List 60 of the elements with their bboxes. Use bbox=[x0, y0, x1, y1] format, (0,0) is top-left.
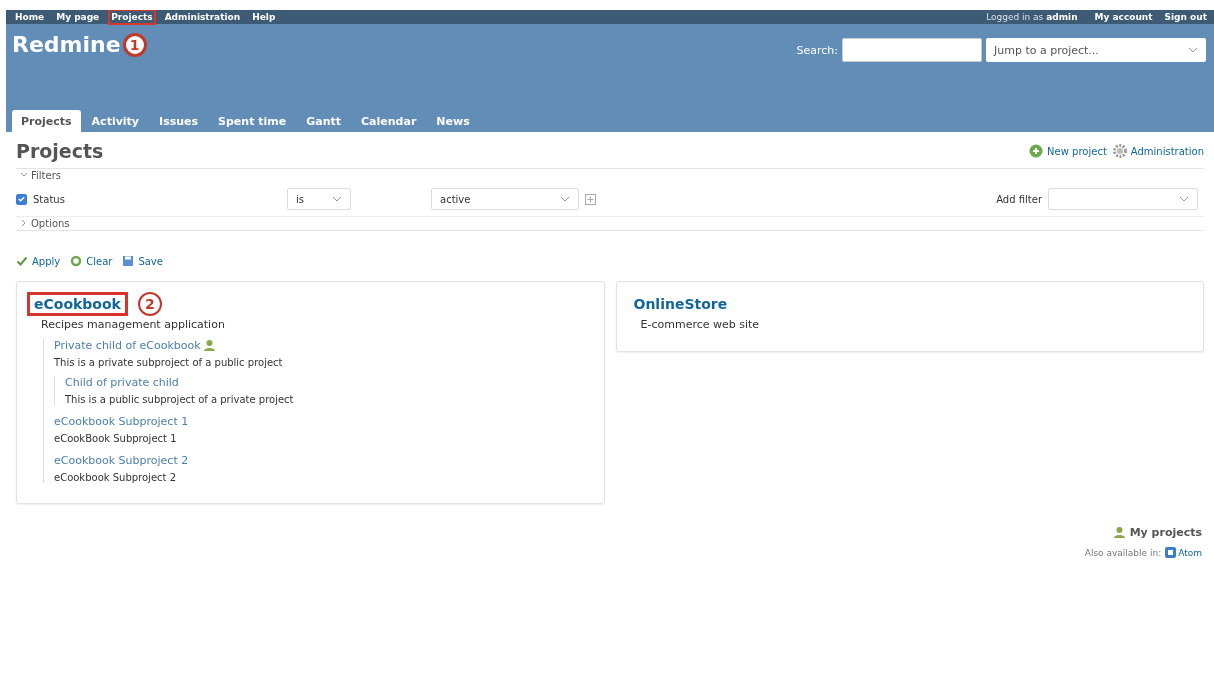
settings-icon bbox=[1112, 144, 1127, 158]
subproject-link[interactable]: eCookbook Subproject 1 bbox=[54, 415, 189, 428]
feed-link[interactable]: Atom bbox=[1165, 547, 1202, 558]
top-menu-link[interactable]: My page bbox=[53, 10, 103, 25]
query-action-link[interactable]: Apply bbox=[16, 255, 61, 267]
caret-icon bbox=[560, 196, 570, 202]
main-tab[interactable]: Issues bbox=[150, 110, 208, 132]
checkmark-icon bbox=[16, 255, 28, 267]
project-link[interactable]: eCookbook bbox=[27, 292, 128, 316]
feed-icon bbox=[1165, 547, 1177, 558]
subproject-link[interactable]: Child of private child bbox=[65, 376, 179, 389]
top-menu-link[interactable]: Help bbox=[249, 10, 279, 25]
top-menu-link[interactable]: Home bbox=[12, 10, 48, 25]
main-tab[interactable]: Projects bbox=[12, 110, 81, 132]
query-action-link[interactable]: Save bbox=[122, 255, 163, 267]
search-label: Search: bbox=[796, 43, 838, 57]
caret-icon bbox=[332, 196, 342, 202]
value-select[interactable]: active bbox=[431, 188, 579, 210]
main-tab[interactable]: Spent time bbox=[209, 110, 296, 132]
caret-icon bbox=[1179, 196, 1189, 202]
user-icon bbox=[202, 339, 216, 352]
subproject-description: eCookBook Subproject 1 bbox=[54, 433, 178, 444]
project-jump-select[interactable]: Jump to a project... bbox=[986, 38, 1206, 62]
main-tab[interactable]: News bbox=[427, 110, 479, 132]
operator-select[interactable]: is bbox=[287, 188, 351, 210]
also-available-label: Also available in: bbox=[1084, 547, 1162, 558]
save-icon bbox=[122, 255, 135, 267]
subproject-link[interactable]: eCookbook Subproject 2 bbox=[54, 454, 189, 467]
query-action-link[interactable]: Clear bbox=[70, 255, 113, 267]
contextual-link[interactable]: Administration bbox=[1112, 144, 1204, 158]
search-field[interactable] bbox=[842, 38, 982, 62]
account-link[interactable]: My account bbox=[1091, 10, 1156, 25]
subproject-description: eCookbook Subproject 2 bbox=[54, 472, 177, 483]
reload-icon bbox=[70, 255, 83, 267]
project-link[interactable]: OnlineStore bbox=[626, 292, 735, 316]
subproject-description: This is a public subproject of a private project bbox=[65, 394, 295, 405]
my-projects-link[interactable]: My projects bbox=[1112, 526, 1202, 539]
subproject-link[interactable]: Private child of eCookbook bbox=[54, 339, 201, 352]
callout-marker: 1 bbox=[122, 32, 147, 57]
project-description: E-commerce web site bbox=[640, 318, 761, 331]
callout-marker: 2 bbox=[137, 292, 162, 316]
project-description: Recipes management application bbox=[41, 318, 226, 331]
add-filter-label: Add filter bbox=[996, 193, 1042, 205]
add-icon bbox=[1029, 144, 1044, 158]
multiselect-toggle-icon[interactable] bbox=[585, 193, 596, 205]
logged-in-text: Logged in as admin bbox=[986, 12, 1078, 22]
caret-icon bbox=[1188, 47, 1198, 53]
main-tab[interactable]: Gantt bbox=[297, 110, 351, 132]
main-tab[interactable]: Calendar bbox=[352, 110, 426, 132]
filter-checkbox[interactable] bbox=[16, 193, 27, 205]
account-link[interactable]: Sign out bbox=[1161, 10, 1210, 25]
add-filter-select[interactable] bbox=[1048, 188, 1198, 210]
top-menu-link[interactable]: Administration bbox=[161, 10, 244, 25]
contextual-link[interactable]: New project bbox=[1029, 144, 1107, 158]
filter-label: Status bbox=[33, 193, 65, 205]
main-tab[interactable]: Activity bbox=[82, 110, 149, 132]
page-title: Projects bbox=[16, 140, 104, 162]
site-title: Redmine bbox=[12, 32, 121, 57]
subproject-description: This is a private subproject of a public project bbox=[54, 357, 284, 368]
user-icon bbox=[1112, 526, 1126, 539]
